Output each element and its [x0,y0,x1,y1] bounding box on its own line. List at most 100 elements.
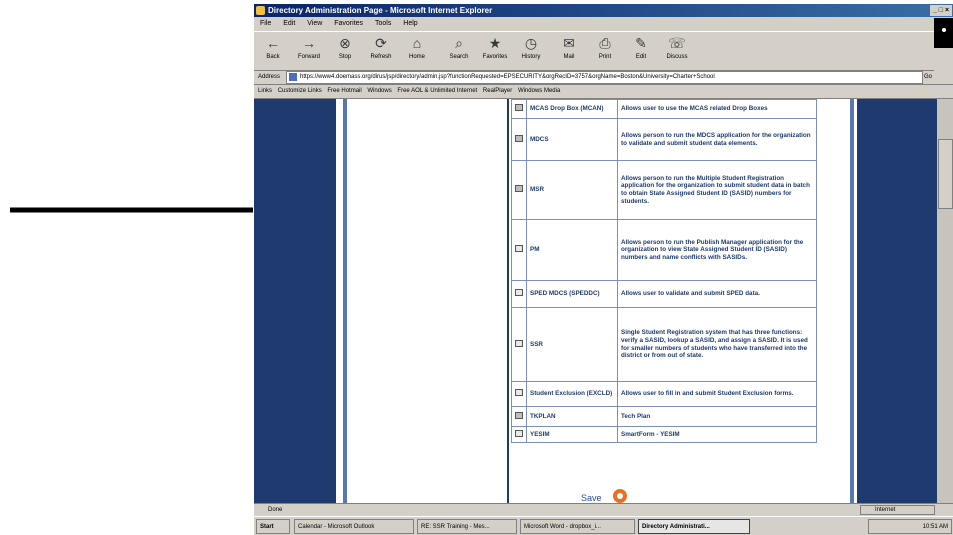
taskbar: Start Calendar - Microsoft Outlook RE: S… [254,516,953,535]
link-windows[interactable]: Windows [367,88,391,94]
checkbox-cell [511,280,527,308]
role-name: SPED MDCS (SPEDDC) [526,280,618,308]
zone-indicator: Internet [860,505,935,515]
role-description: Tech Plan [617,406,817,427]
role-checkbox[interactable] [515,339,523,347]
role-checkbox[interactable] [515,429,523,437]
ie-icon [256,6,265,15]
toolbar-mail-button[interactable]: ✉ Mail [554,34,584,68]
link-free-hotmail[interactable]: Free Hotmail [327,88,361,94]
role-name: SSR [526,307,618,382]
toolbar-refresh-button[interactable]: ⟳ Refresh [366,34,396,68]
table-row: SSR Single Student Registration system th… [511,307,817,382]
table-row: MDCS Allows person to run the MDCS applic… [511,118,817,161]
task-word[interactable]: Microsoft Word - dropbox_i... [520,519,635,534]
checkbox-cell [511,118,527,161]
toolbar-label: Mail [563,54,575,60]
link-customize-links[interactable]: Customize Links [278,88,322,94]
role-description: Allows person to run the Multiple Studen… [617,160,817,220]
menu-edit[interactable]: Edit [283,20,295,27]
toolbar-favorites-button[interactable]: ★ Favorites [480,34,510,68]
vertical-scrollbar[interactable] [937,99,953,503]
task-directory[interactable]: Directory Administrati... [638,519,750,534]
page-content: MCAS Drop Box (MCAN) Allows user to use t… [254,99,953,503]
menu-favorites[interactable]: Favorites [334,20,363,27]
toolbar: ← Back → Forward ⊗ Stop ⟳ Refresh ⌂ Home ⌕ Search ★ F… [254,31,934,71]
save-label: Save [581,493,602,503]
window-title: Directory Administration Page - Microsof… [268,6,493,15]
task-outlook[interactable]: Calendar - Microsoft Outlook [294,519,414,534]
role-checkbox[interactable] [515,104,523,112]
role-checkbox[interactable] [515,134,523,142]
forward-arrow-icon: → [302,35,316,51]
role-checkbox[interactable] [515,289,523,297]
address-url: https://www4.doemass.org/dirus/jsp/direc… [300,74,715,80]
checkbox-cell [511,406,527,427]
favorites-icon: ★ [488,35,502,51]
refresh-icon: ⟳ [375,35,387,51]
toolbar-stop-button[interactable]: ⊗ Stop [330,34,360,68]
table-row: SPED MDCS (SPEDDC) Allows user to validat… [511,280,817,308]
menu-tools[interactable]: Tools [375,20,391,27]
mail-icon: ✉ [563,35,575,51]
right-sidebar [857,99,937,503]
toolbar-search-button[interactable]: ⌕ Search [444,34,474,68]
checkbox-cell [511,99,527,119]
back-arrow-icon: ← [266,35,280,51]
toolbar-back-button[interactable]: ← Back [258,34,288,68]
role-checkbox[interactable] [515,389,523,397]
toolbar-label: Discuss [666,54,688,60]
search-icon: ⌕ [455,35,463,51]
role-checkbox[interactable] [515,411,523,419]
menu-view[interactable]: View [307,20,322,27]
window-controls[interactable]: _ □ × [930,5,952,16]
toolbar-print-button[interactable]: ⎙ Print [590,34,620,68]
left-border [343,99,347,503]
table-row: MSR Allows person to run the Multiple Stu… [511,160,817,220]
toolbar-history-button[interactable]: ◷ History [516,34,546,68]
role-checkbox[interactable] [515,245,523,253]
edit-icon: ✎ [635,35,647,51]
save-button[interactable]: Save [581,489,627,503]
role-name: MSR [526,160,618,220]
toolbar-label: Home [408,54,425,60]
role-name: YESIM [526,426,618,443]
address-input[interactable]: https://www4.doemass.org/dirus/jsp/direc… [286,71,923,84]
role-description: Single Student Registration system that … [617,307,817,382]
system-tray: 10:51 AM [868,519,952,534]
toolbar-label: Back [266,54,280,60]
link-realplayer[interactable]: RealPlayer [483,88,512,94]
clock: 10:51 AM [922,524,948,530]
role-name: TKPLAN [526,406,618,427]
left-margin [336,99,343,503]
history-icon: ◷ [524,35,538,51]
menu-help[interactable]: Help [403,20,417,27]
right-border [850,99,854,503]
toolbar-label: Print [598,54,612,60]
start-button[interactable]: Start [256,519,290,534]
role-description: Allows person to run the Publish Manager… [617,219,817,281]
role-description: Allows user to fill in and submit Studen… [617,381,817,407]
scrollbar-thumb[interactable] [938,139,953,209]
address-label: Address [258,74,281,80]
toolbar-discuss-button[interactable]: ☏ Discuss [662,34,692,68]
link-free-aol[interactable]: Free AOL & Unlimited Internet [397,88,477,94]
task-email[interactable]: RE: SSR Training - Mes... [417,519,517,534]
table-row: PM Allows person to run the Publish Manag… [511,219,817,281]
role-checkbox[interactable] [515,185,523,193]
role-name: PM [526,219,618,281]
table-row: TKPLAN Tech Plan [511,406,817,427]
menu-file[interactable]: File [260,20,271,27]
title-bar[interactable]: Directory Administration Page - Microsof… [254,4,953,17]
go-button[interactable]: Go [924,70,932,84]
role-description: Allows user to validate and submit SPED … [617,280,817,308]
table-row: Student Exclusion (EXCLD) Allows user to … [511,381,817,407]
role-name: Student Exclusion (EXCLD) [526,381,618,407]
toolbar-forward-button[interactable]: → Forward [294,34,324,68]
toolbar-home-button[interactable]: ⌂ Home [402,34,432,68]
toolbar-label: Stop [338,54,352,60]
toolbar-edit-button[interactable]: ✎ Edit [626,34,656,68]
checkbox-cell [511,219,527,281]
roles-table: MCAS Drop Box (MCAN) Allows user to use t… [511,99,817,443]
link-windows-media[interactable]: Windows Media [518,88,560,94]
